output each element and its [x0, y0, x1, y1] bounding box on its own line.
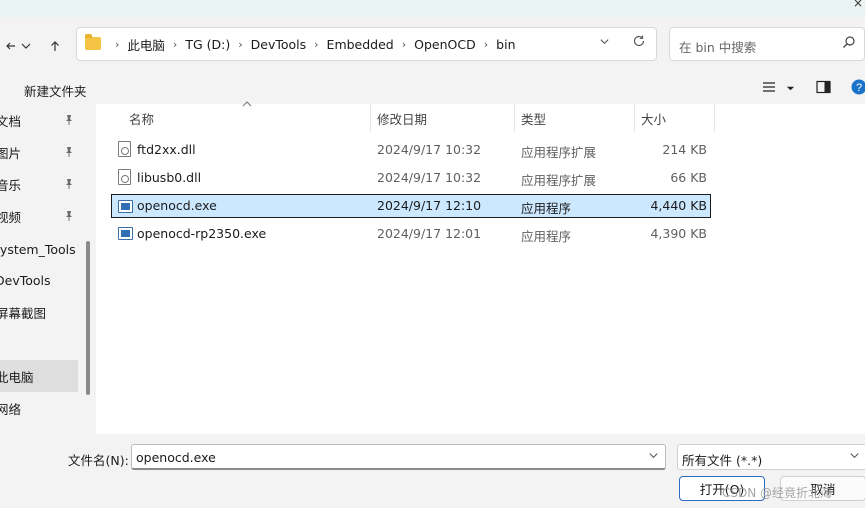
- column-header-modified[interactable]: 修改日期: [377, 104, 427, 132]
- sidebar-item-system-tools[interactable]: System_Tools: [0, 237, 84, 261]
- address-history-chevron-icon[interactable]: [599, 36, 610, 50]
- file-size: 4,440 KB: [650, 198, 707, 213]
- chevron-down-icon[interactable]: [849, 450, 860, 464]
- column-header-name[interactable]: 名称: [129, 104, 154, 132]
- navigation-pane: 文档 图片 音乐 视频 System_Tools DevTools 屏幕截图 此…: [0, 104, 96, 434]
- pin-icon: [64, 146, 74, 158]
- chevron-right-icon: ›: [172, 37, 178, 51]
- view-options-chevron-icon[interactable]: [786, 82, 795, 97]
- sidebar-item-label: 此电脑: [0, 369, 34, 385]
- table-row-selected[interactable]: openocd.exe 2024/9/17 12:10 应用程序 4,440 K…: [111, 194, 711, 218]
- chevron-right-icon: ›: [483, 37, 489, 51]
- filetype-select[interactable]: 所有文件 (*.*): [677, 444, 865, 470]
- file-name: openocd-rp2350.exe: [137, 226, 267, 241]
- file-size: 4,390 KB: [650, 226, 707, 241]
- column-divider[interactable]: [634, 104, 635, 132]
- file-name: libusb0.dll: [137, 170, 202, 185]
- exe-file-icon: [118, 200, 133, 213]
- breadcrumb-item[interactable]: TG (D:): [185, 37, 230, 52]
- file-list: 名称 修改日期 类型 大小 ftd2xx.dll 2024/9/17 10:32…: [96, 101, 865, 434]
- title-strip: ×: [0, 0, 865, 17]
- navigation-bar: › 此电脑 › TG (D:) › DevTools › Embedded › …: [0, 17, 865, 73]
- table-row[interactable]: openocd-rp2350.exe 2024/9/17 12:01 应用程序 …: [112, 222, 710, 246]
- file-modified: 2024/9/17 10:32: [377, 142, 482, 157]
- sidebar-item-pictures[interactable]: 图片: [0, 140, 78, 164]
- folder-icon: [85, 34, 101, 50]
- arrow-up-icon[interactable]: [44, 35, 66, 57]
- close-icon[interactable]: ×: [853, 0, 863, 10]
- address-bar[interactable]: › 此电脑 › TG (D:) › DevTools › Embedded › …: [76, 27, 657, 61]
- file-type: 应用程序: [521, 229, 572, 244]
- preview-pane-icon[interactable]: [816, 80, 831, 98]
- watermark: CSDN @经竟折北海: [722, 486, 833, 500]
- breadcrumb-item[interactable]: 此电脑: [127, 35, 165, 54]
- table-row[interactable]: ftd2xx.dll 2024/9/17 10:32 应用程序扩展 214 KB: [112, 138, 710, 162]
- breadcrumb-item[interactable]: OpenOCD: [414, 37, 476, 52]
- pin-icon: [64, 178, 74, 190]
- file-type: 应用程序扩展: [521, 145, 597, 160]
- new-folder-button[interactable]: 新建文件夹: [24, 81, 87, 100]
- sidebar-item-label: 文档: [0, 113, 22, 129]
- sidebar-item-this-pc[interactable]: 此电脑: [0, 360, 78, 392]
- pin-icon: [64, 210, 74, 222]
- pin-icon: [64, 114, 74, 126]
- sidebar-item-label: System_Tools: [0, 241, 76, 257]
- sidebar-item-label: 图片: [0, 145, 22, 161]
- column-header-type[interactable]: 类型: [521, 104, 546, 132]
- sidebar-item-label: 屏幕截图: [0, 305, 47, 321]
- sidebar-item-videos[interactable]: 视频: [0, 204, 78, 228]
- search-box[interactable]: 在 bin 中搜索: [669, 27, 865, 61]
- filename-input[interactable]: openocd.exe: [131, 444, 666, 470]
- sidebar-item-label: 网络: [0, 401, 22, 417]
- file-modified: 2024/9/17 12:10: [377, 198, 482, 213]
- column-divider[interactable]: [714, 104, 715, 132]
- file-type: 应用程序扩展: [521, 173, 597, 188]
- file-name: ftd2xx.dll: [137, 142, 196, 157]
- sort-ascending-icon: [242, 100, 252, 111]
- column-divider[interactable]: [370, 104, 371, 132]
- breadcrumb-item[interactable]: bin: [496, 37, 515, 52]
- search-icon[interactable]: [842, 35, 856, 53]
- sidebar-item-music[interactable]: 音乐: [0, 172, 78, 196]
- refresh-icon[interactable]: [632, 34, 646, 52]
- chevron-down-icon[interactable]: [15, 35, 37, 57]
- sidebar-item-documents[interactable]: 文档: [0, 108, 78, 132]
- list-view-icon[interactable]: [762, 80, 776, 98]
- breadcrumb-item[interactable]: Embedded: [327, 37, 394, 52]
- sidebar-item-devtools[interactable]: DevTools: [0, 268, 78, 292]
- search-placeholder[interactable]: 在 bin 中搜索: [679, 37, 756, 56]
- sidebar-item-label: 音乐: [0, 177, 22, 193]
- file-size: 66 KB: [670, 170, 707, 185]
- chevron-right-icon: ›: [115, 37, 120, 51]
- column-divider[interactable]: [514, 104, 515, 132]
- table-row[interactable]: libusb0.dll 2024/9/17 10:32 应用程序扩展 66 KB: [112, 166, 710, 190]
- file-name: openocd.exe: [137, 198, 217, 213]
- sidebar-item-label: DevTools: [0, 272, 51, 288]
- dll-file-icon: [118, 169, 131, 185]
- filename-value[interactable]: openocd.exe: [136, 450, 216, 465]
- chevron-right-icon: ›: [401, 37, 407, 51]
- exe-file-icon: [118, 227, 133, 240]
- command-bar: 新建文件夹 ?: [0, 73, 865, 104]
- chevron-right-icon: ›: [238, 37, 243, 51]
- chevron-down-icon[interactable]: [648, 450, 659, 464]
- dll-file-icon: [118, 141, 131, 157]
- sidebar-item-label: 视频: [0, 209, 22, 225]
- breadcrumb-item[interactable]: DevTools: [251, 37, 307, 52]
- help-icon[interactable]: ?: [851, 79, 865, 99]
- file-modified: 2024/9/17 10:32: [377, 170, 482, 185]
- sidebar-item-screenshots[interactable]: 屏幕截图: [0, 300, 78, 324]
- column-header-size[interactable]: 大小: [641, 104, 666, 132]
- filetype-value: 所有文件 (*.*): [682, 453, 763, 468]
- breadcrumb: › 此电脑 › TG (D:) › DevTools › Embedded › …: [107, 28, 516, 60]
- dialog-footer: 文件名(N): openocd.exe 所有文件 (*.*) 打开(O) 取消 …: [0, 434, 865, 508]
- filename-label: 文件名(N):: [68, 453, 129, 468]
- sidebar-scrollbar[interactable]: [86, 241, 90, 395]
- sidebar-item-network[interactable]: 网络: [0, 396, 78, 420]
- file-size: 214 KB: [662, 142, 707, 157]
- file-type: 应用程序: [521, 201, 572, 216]
- file-modified: 2024/9/17 12:01: [377, 226, 482, 241]
- svg-text:?: ?: [856, 82, 862, 94]
- chevron-right-icon: ›: [314, 37, 319, 51]
